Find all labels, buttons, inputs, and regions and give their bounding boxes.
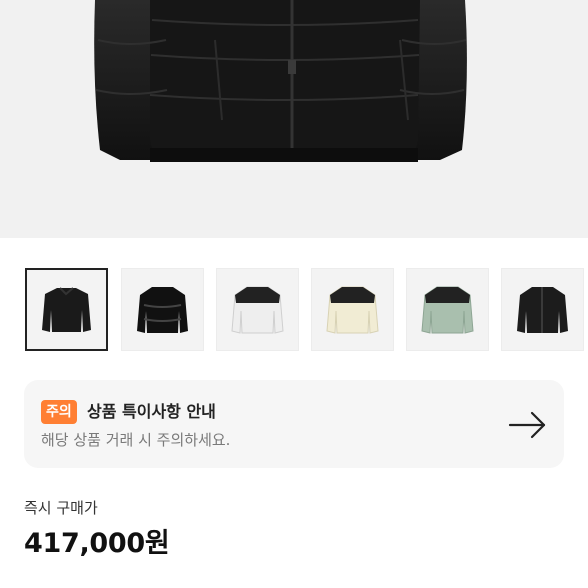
product-main-image[interactable] xyxy=(0,0,588,238)
arrow-right-icon[interactable] xyxy=(508,410,548,440)
thumbnail-5[interactable] xyxy=(406,268,489,351)
jacket-thumbnail-icon xyxy=(137,287,188,333)
notice-subtitle: 해당 상품 거래 시 주의하세요. xyxy=(41,431,231,449)
thumbnail-strip xyxy=(25,268,588,352)
notice-title: 상품 특이사항 안내 xyxy=(87,402,216,421)
caution-notice-card[interactable]: 주의 상품 특이사항 안내 해당 상품 거래 시 주의하세요. xyxy=(24,380,564,468)
thumbnail-6[interactable] xyxy=(501,268,584,351)
jacket-thumbnail-icon xyxy=(326,286,379,334)
thumbnail-3[interactable] xyxy=(216,268,299,351)
jacket-thumbnail-icon xyxy=(421,286,474,334)
thumbnail-4[interactable] xyxy=(311,268,394,351)
thumbnail-1[interactable] xyxy=(25,268,108,351)
instant-buy-price-label: 즉시 구매가 xyxy=(24,499,98,517)
instant-buy-price-value: 417,000원 xyxy=(24,528,170,559)
jacket-image xyxy=(94,0,467,162)
jacket-thumbnail-icon xyxy=(517,287,568,333)
thumbnail-2[interactable] xyxy=(121,268,204,351)
jacket-thumbnail-icon xyxy=(231,286,284,334)
jacket-thumbnail-icon xyxy=(42,287,91,332)
caution-badge: 주의 xyxy=(41,400,77,424)
product-page: 주의 상품 특이사항 안내 해당 상품 거래 시 주의하세요. 즉시 구매가 4… xyxy=(0,0,588,588)
